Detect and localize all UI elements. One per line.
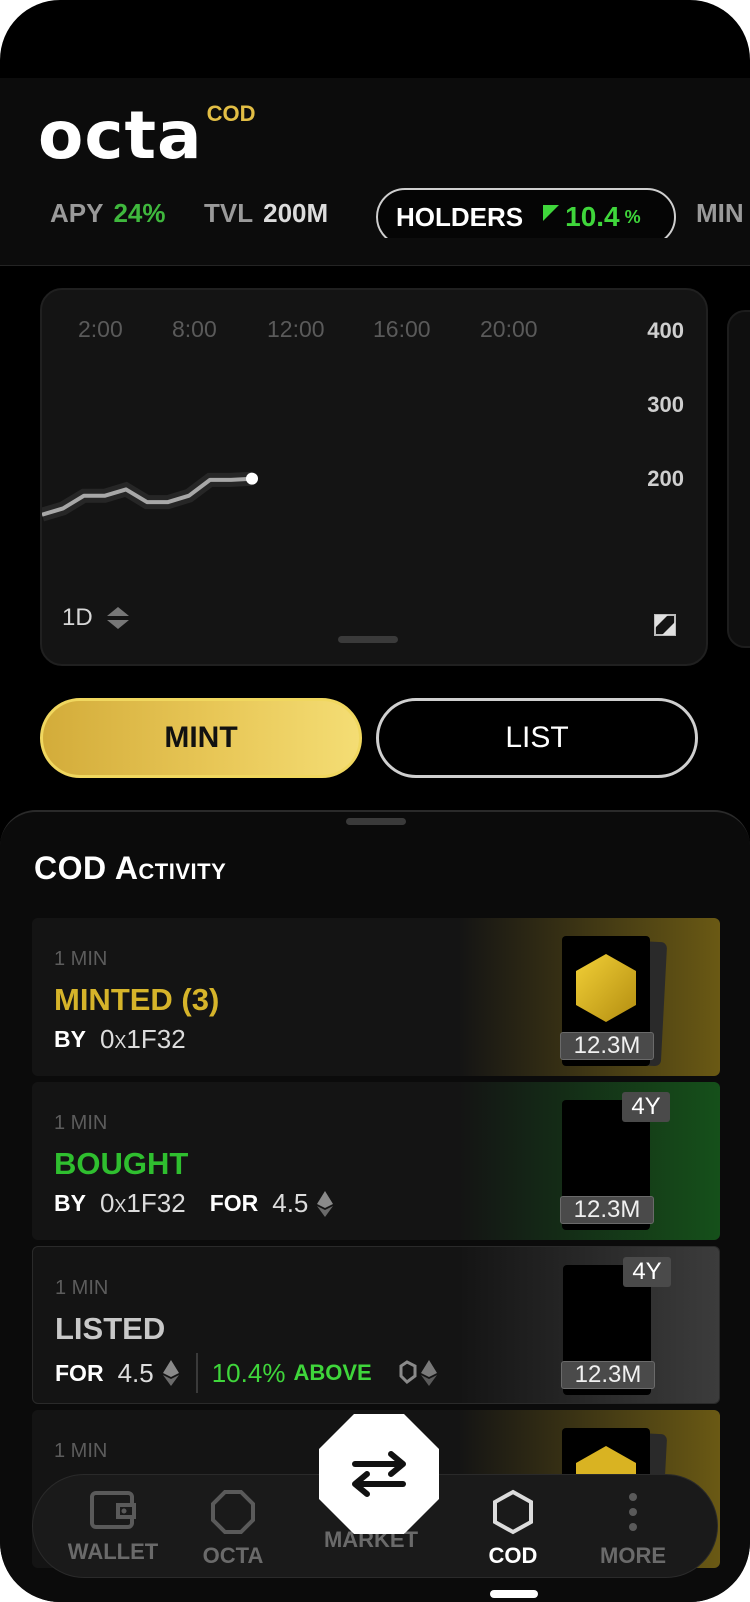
nav-octa[interactable]: OCTA xyxy=(173,1489,293,1569)
ticker-tvl-label: TVL xyxy=(204,197,254,228)
range-label: 1D xyxy=(62,604,93,631)
ticker-apy-value: 24% xyxy=(113,197,166,228)
next-chart-card-peek[interactable] xyxy=(727,310,750,648)
age-badge: 4Y xyxy=(623,1257,671,1287)
stats-ticker[interactable]: APY 24% TVL 200M HOLDERS 10.4 % MIN xyxy=(0,188,750,238)
nav-label: OCTA xyxy=(202,1543,264,1568)
expand-icon[interactable] xyxy=(654,614,676,636)
eth-icon xyxy=(162,1360,179,1386)
price-line-plot xyxy=(42,471,258,522)
ticker-holders-label: HOLDERS xyxy=(396,201,524,232)
activity-action: BOUGHT xyxy=(54,1146,189,1181)
age-badge: 4Y xyxy=(622,1092,670,1122)
by-label: BY xyxy=(54,1190,86,1216)
list-button[interactable]: LIST xyxy=(376,698,698,778)
activity-time: 1 MIN xyxy=(55,1277,109,1299)
holders-badge: 12.3M xyxy=(560,1032,654,1060)
nav-label: COD xyxy=(488,1543,538,1568)
ticker-holders-unit: % xyxy=(624,206,641,227)
price-delta-label: ABOVE xyxy=(293,1360,372,1385)
gold-hexagon-icon xyxy=(576,954,636,1022)
activity-time: 1 MIN xyxy=(54,1112,108,1134)
ticker-apy: APY 24% xyxy=(50,188,166,238)
ticker-holders-pill[interactable]: HOLDERS 10.4 % xyxy=(376,188,676,238)
price-line-glow xyxy=(42,471,253,522)
activity-time: 1 MIN xyxy=(54,1440,108,1462)
current-price-point[interactable] xyxy=(246,472,258,485)
ticker-min-label: MIN xyxy=(696,197,744,228)
activity-title: COD Activity xyxy=(34,850,227,886)
price-delta: 10.4% xyxy=(211,1357,286,1388)
ticker-holders-value: 10.4 xyxy=(565,201,620,232)
price-value: 4.5 xyxy=(272,1188,309,1218)
for-label: FOR xyxy=(209,1190,259,1216)
price-value: 4.5 xyxy=(117,1357,154,1388)
sheet-drag-handle[interactable] xyxy=(346,818,406,825)
activity-time: 1 MIN xyxy=(54,948,108,970)
nav-more[interactable]: MORE xyxy=(573,1489,693,1569)
octagon-icon xyxy=(211,1490,255,1534)
activity-details: FOR 4.5 10.4% ABOVE xyxy=(55,1353,444,1393)
market-swap-button[interactable] xyxy=(319,1414,439,1534)
nav-label: WALLET xyxy=(67,1539,159,1564)
activity-action: LISTED xyxy=(55,1311,166,1346)
by-label: BY xyxy=(54,1026,86,1052)
sort-arrows-icon xyxy=(106,607,129,629)
octa-logo[interactable]: octa COD xyxy=(38,97,256,174)
chart-drag-handle[interactable] xyxy=(338,636,398,643)
activity-details: BY 0x1F32 xyxy=(54,1024,186,1055)
logo-text: octa xyxy=(38,97,203,174)
more-vertical-icon xyxy=(629,1493,637,1531)
nav-cod[interactable]: COD xyxy=(453,1489,573,1569)
nav-wallet[interactable]: WALLET xyxy=(53,1489,173,1565)
octa-eth-icon xyxy=(399,1360,437,1386)
nav-label: MORE xyxy=(600,1543,666,1568)
price-chart-card[interactable]: 2:00 8:00 12:00 16:00 20:00 400 300 200 … xyxy=(40,288,708,666)
activity-item[interactable]: 1 MIN MINTED (3) BY 0x1F32 12.3M xyxy=(32,918,720,1076)
activity-item[interactable]: 1 MIN BOUGHT BY 0x1F32 FOR 4.5 4Y 12.3M xyxy=(32,1082,720,1240)
app-screen: octa COD APY 24% TVL 200M HOLDERS 10.4 %… xyxy=(0,0,750,1602)
by-address[interactable]: 0x1F32 xyxy=(100,1024,186,1055)
activity-details: BY 0x1F32 FOR 4.5 xyxy=(54,1188,334,1219)
divider xyxy=(195,1353,198,1393)
activity-item[interactable]: 1 MIN LISTED FOR 4.5 10.4% ABOVE 4Y 12.3… xyxy=(32,1246,720,1404)
by-address[interactable]: 0x1F32 xyxy=(100,1188,186,1219)
eth-icon xyxy=(317,1190,334,1217)
logo-superscript: COD xyxy=(206,101,256,126)
ticker-tvl: TVL 200M xyxy=(204,188,328,238)
trend-up-icon xyxy=(543,205,560,221)
mint-button[interactable]: MINT xyxy=(40,698,362,778)
ticker-tvl-value: 200M xyxy=(263,197,329,228)
range-selector[interactable]: 1D xyxy=(62,604,129,632)
activity-action: MINTED (3) xyxy=(54,982,220,1017)
holders-badge: 12.3M xyxy=(561,1361,655,1389)
ticker-apy-label: APY xyxy=(50,197,104,228)
ticker-min: MIN xyxy=(696,188,744,238)
hexagon-icon xyxy=(493,1489,533,1535)
active-tab-indicator xyxy=(490,1590,538,1598)
wallet-icon xyxy=(90,1491,136,1529)
header: octa COD APY 24% TVL 200M HOLDERS 10.4 %… xyxy=(0,78,750,266)
holders-badge: 12.3M xyxy=(560,1196,654,1224)
for-label: FOR xyxy=(55,1359,104,1386)
